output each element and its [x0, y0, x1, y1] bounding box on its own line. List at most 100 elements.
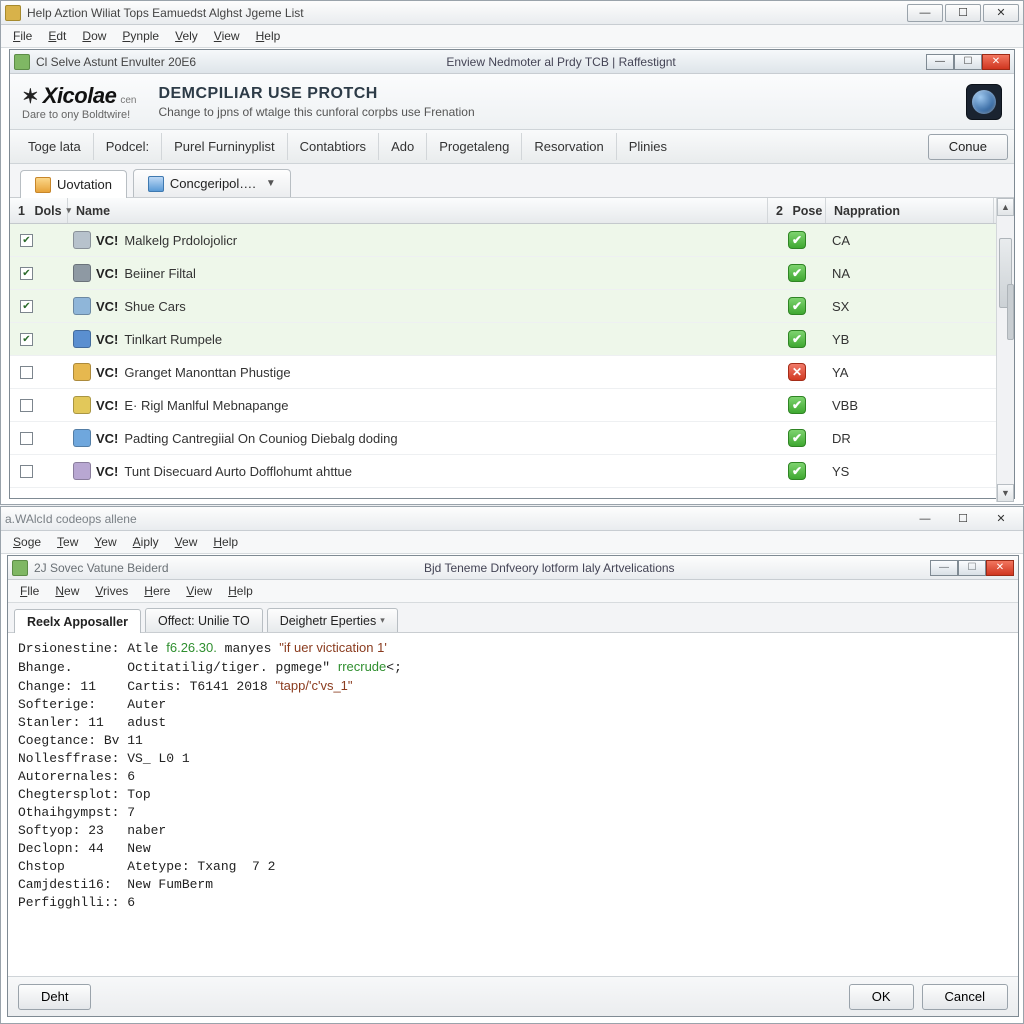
logo-subtext: cen — [120, 95, 136, 106]
menu-help[interactable]: Help — [207, 533, 244, 551]
menu-vew[interactable]: Vew — [169, 533, 204, 551]
menu-vrives[interactable]: Vrives — [89, 582, 134, 600]
table-row[interactable]: VC!E· Rigl Manlful Mebnapange✔VBB — [10, 389, 1014, 422]
row-code: VC! — [96, 332, 118, 347]
inner-close-button[interactable]: ✕ — [982, 54, 1010, 70]
inner-maximize-button[interactable]: ☐ — [958, 560, 986, 576]
chevron-down-icon: ▼ — [266, 178, 276, 189]
col-nappration[interactable]: Nappration — [826, 198, 994, 223]
navtab-podcel-[interactable]: Podcel: — [94, 133, 162, 160]
subtab-concgeripol-[interactable]: Concgeripol….▼ — [133, 169, 291, 197]
menu-view[interactable]: View — [180, 582, 218, 600]
bottom-outer-window: a.WAlcId codeops allene — ☐ ✕ SogeTewYew… — [0, 506, 1024, 1024]
menu-file[interactable]: File — [7, 27, 38, 45]
row-type-icon — [73, 363, 91, 381]
table-row[interactable]: VC!Padting Cantregiial On Couniog Diebal… — [10, 422, 1014, 455]
row-nappration: YS — [826, 464, 994, 479]
tab-offect-unilie-to[interactable]: Offect: Unilie TO — [145, 608, 263, 632]
menu-dow[interactable]: Dow — [76, 27, 112, 45]
ok-button[interactable]: OK — [849, 984, 914, 1010]
table-row[interactable]: VC!Tunt Disecuard Aurto Dofflohumt ahttu… — [10, 455, 1014, 488]
navtab-toge-lata[interactable]: Toge lata — [16, 133, 94, 160]
subtab-icon — [35, 177, 51, 193]
maximize-button[interactable]: ☐ — [945, 510, 981, 528]
side-grip[interactable] — [1007, 284, 1014, 340]
row-type-icon — [73, 264, 91, 282]
row-desc: E· Rigl Manlful Mebnapange — [124, 398, 288, 413]
menu-view[interactable]: View — [208, 27, 246, 45]
inner-minimize-button[interactable]: — — [930, 560, 958, 576]
menu-help[interactable]: Help — [250, 27, 287, 45]
row-code: VC! — [96, 398, 118, 413]
table-row[interactable]: ✔VC!Shue Cars✔SX — [10, 290, 1014, 323]
inner-maximize-button[interactable]: ☐ — [954, 54, 982, 70]
doc-icon — [12, 560, 28, 576]
row-checkbox[interactable] — [20, 465, 33, 478]
row-checkbox[interactable]: ✔ — [20, 300, 33, 313]
menu-new[interactable]: New — [49, 582, 85, 600]
navtab-resorvation[interactable]: Resorvation — [522, 133, 616, 160]
inner-close-button[interactable]: ✕ — [986, 560, 1014, 576]
row-desc: Tinlkart Rumpele — [124, 332, 222, 347]
scroll-up-button[interactable]: ▲ — [997, 198, 1014, 216]
menu-here[interactable]: Here — [138, 582, 176, 600]
top-outer-menubar: FileEdtDowPynpleVelyViewHelp — [1, 25, 1023, 48]
close-button[interactable]: ✕ — [983, 510, 1019, 528]
table-row[interactable]: ✔VC!Malkelg Prdolojolicr✔CA — [10, 224, 1014, 257]
row-checkbox[interactable] — [20, 432, 33, 445]
deht-button[interactable]: Deht — [18, 984, 91, 1010]
continue-button[interactable]: Conue — [928, 134, 1008, 160]
menu-help[interactable]: Help — [222, 582, 259, 600]
inner-minimize-button[interactable]: — — [926, 54, 954, 70]
row-checkbox[interactable]: ✔ — [20, 333, 33, 346]
subtab-uovtation[interactable]: Uovtation — [20, 170, 127, 198]
chevron-down-icon: ▾ — [380, 615, 385, 626]
menu-tew[interactable]: Tew — [51, 533, 84, 551]
table-row[interactable]: ✔VC!Tinlkart Rumpele✔YB — [10, 323, 1014, 356]
navtab-purel-furninyplist[interactable]: Purel Furninyplist — [162, 133, 287, 160]
navtab-progetaleng[interactable]: Progetaleng — [427, 133, 522, 160]
app-icon — [5, 5, 21, 21]
table-row[interactable]: ✔VC!Beiiner Filtal✔NA — [10, 257, 1014, 290]
row-nappration: NA — [826, 266, 994, 281]
col-dols[interactable]: 1 Dols▾ — [10, 198, 68, 223]
menu-aiply[interactable]: Aiply — [127, 533, 165, 551]
menu-flle[interactable]: Flle — [14, 582, 45, 600]
top-inner-title-center: Enview Nedmoter al Prdy TCB | Raffestign… — [446, 55, 675, 69]
close-button[interactable]: ✕ — [983, 4, 1019, 22]
row-nappration: SX — [826, 299, 994, 314]
col-name[interactable]: Name — [68, 198, 768, 223]
navtab-ado[interactable]: Ado — [379, 133, 427, 160]
tab-deighetr-eperties[interactable]: Deighetr Eperties▾ — [267, 608, 398, 632]
banner-title: DEMCPILIAR USE PROTCH — [158, 85, 966, 103]
bottom-outer-title: a.WAlcId codeops allene — [5, 512, 137, 526]
subtab-icon — [148, 176, 164, 192]
row-nappration: VBB — [826, 398, 994, 413]
row-checkbox[interactable]: ✔ — [20, 267, 33, 280]
menu-vely[interactable]: Vely — [169, 27, 204, 45]
row-type-icon — [73, 297, 91, 315]
cancel-button[interactable]: Cancel — [922, 984, 1008, 1010]
minimize-button[interactable]: — — [907, 4, 943, 22]
menu-soge[interactable]: Soge — [7, 533, 47, 551]
top-inner-title-left: Cl Selve Astunt Envulter 20E6 — [36, 55, 196, 69]
scroll-down-button[interactable]: ▼ — [997, 484, 1014, 502]
minimize-button[interactable]: — — [907, 510, 943, 528]
grid: 1 Dols▾ Name 2 Pose Nappration ✔VC!Malke… — [10, 198, 1014, 502]
tab-reelx-apposaller[interactable]: Reelx Apposaller — [14, 609, 141, 633]
row-checkbox[interactable] — [20, 366, 33, 379]
grid-header: 1 Dols▾ Name 2 Pose Nappration — [10, 198, 1014, 224]
menu-edt[interactable]: Edt — [42, 27, 72, 45]
doc-icon — [14, 54, 30, 70]
vertical-scrollbar[interactable]: ▲ ▼ — [996, 198, 1014, 502]
row-checkbox[interactable] — [20, 399, 33, 412]
menu-yew[interactable]: Yew — [88, 533, 122, 551]
table-row[interactable]: VC!Granget Manonttan Phustige✕YA — [10, 356, 1014, 389]
navtab-contabtiors[interactable]: Contabtiors — [288, 133, 379, 160]
col-pose[interactable]: 2 Pose — [768, 198, 826, 223]
tagline: Dare to ony Boldtwire! — [22, 109, 158, 121]
maximize-button[interactable]: ☐ — [945, 4, 981, 22]
navtab-plinies[interactable]: Plinies — [617, 133, 679, 160]
row-checkbox[interactable]: ✔ — [20, 234, 33, 247]
menu-pynple[interactable]: Pynple — [116, 27, 165, 45]
